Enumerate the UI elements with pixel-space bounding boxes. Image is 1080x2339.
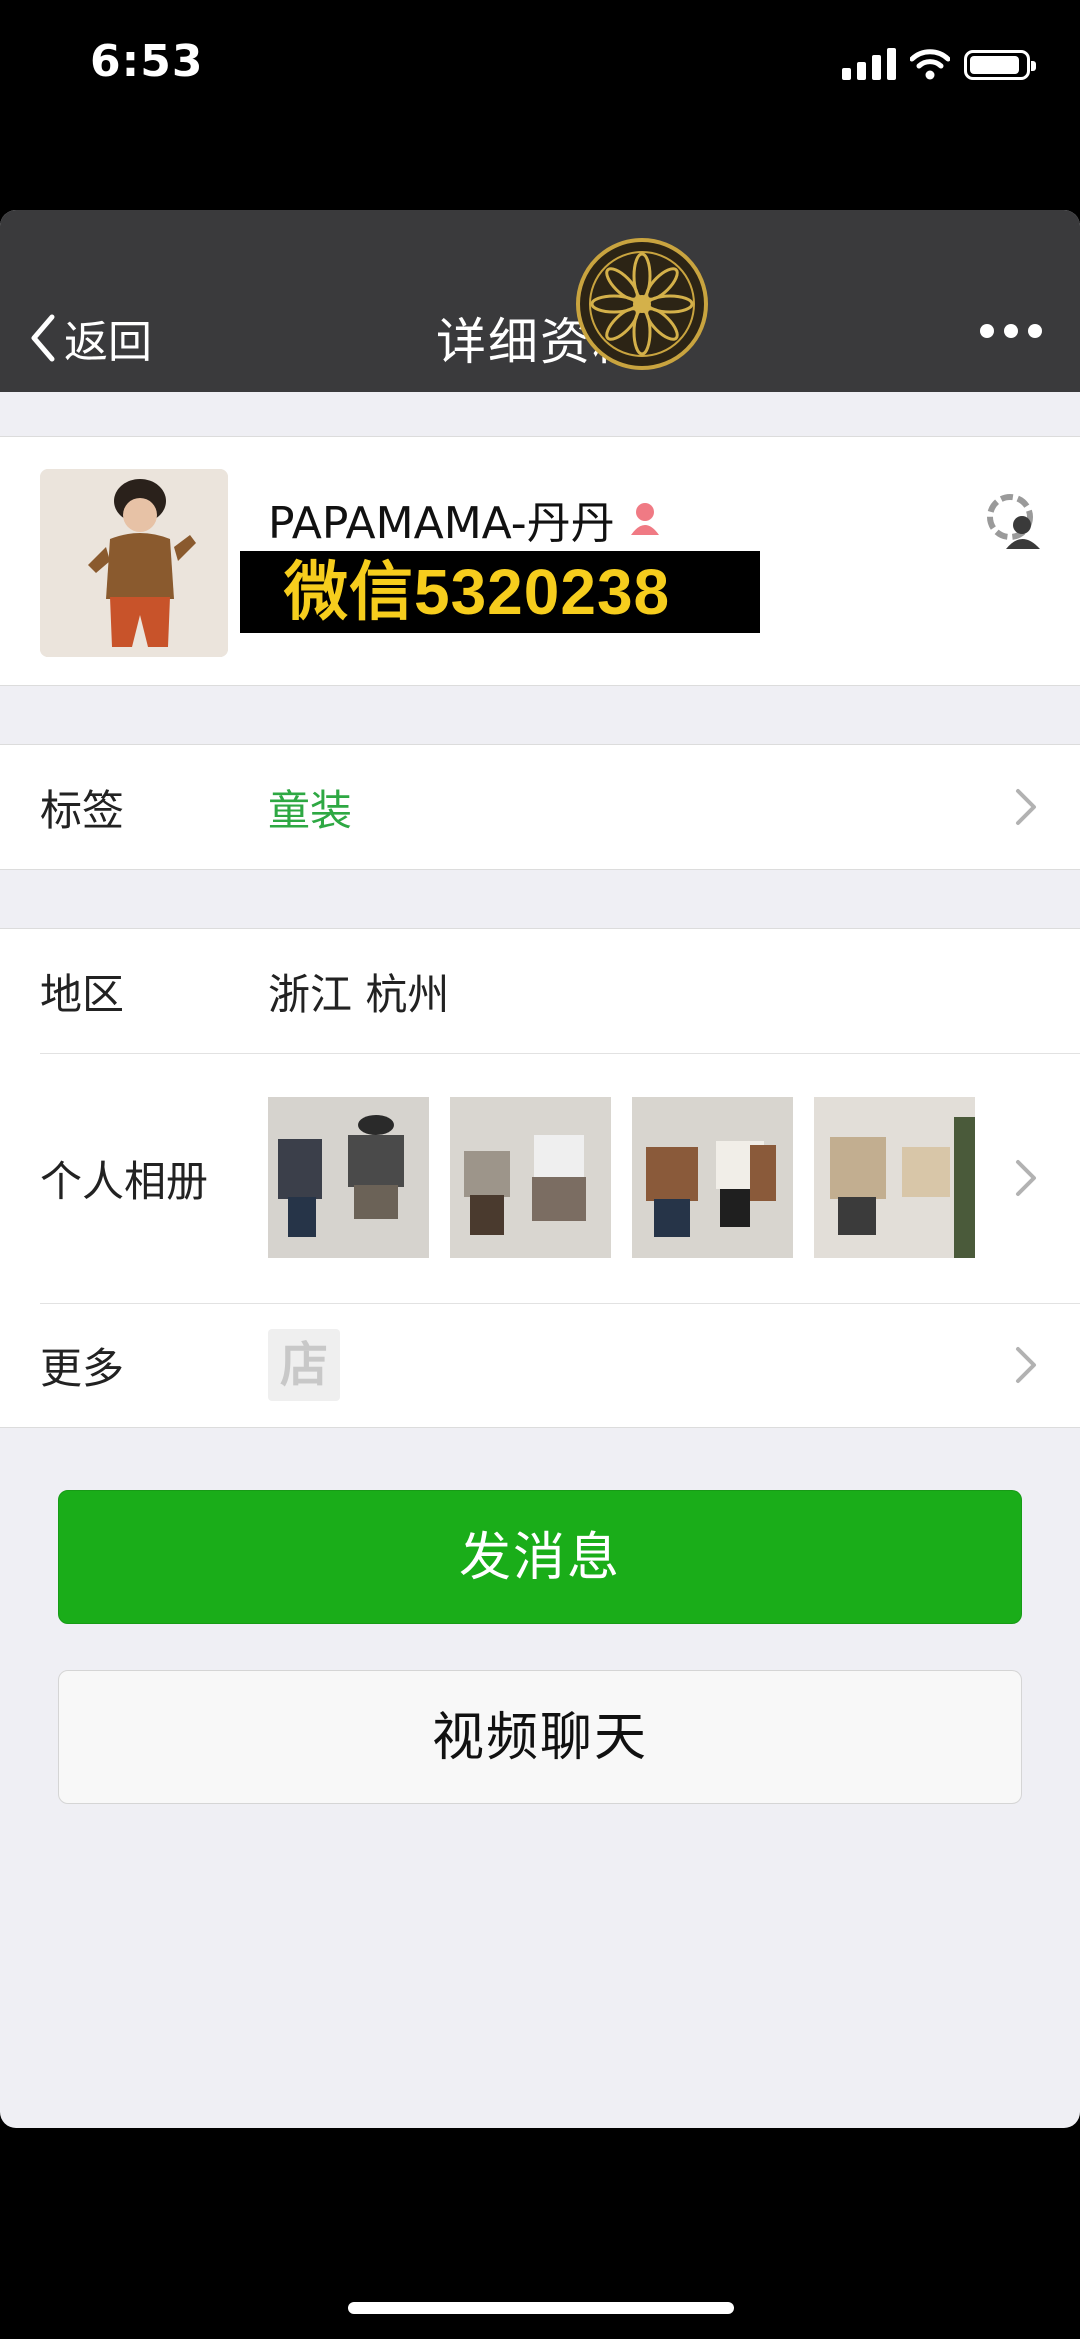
album-photo[interactable]	[268, 1097, 429, 1258]
status-time: 6:53	[90, 36, 204, 87]
region-row: 地区 浙江 杭州	[0, 929, 1080, 1053]
moments-icon[interactable]	[984, 491, 1044, 551]
page-title: 详细资料	[436, 313, 644, 371]
album-photo[interactable]	[632, 1097, 793, 1258]
more-dots-icon	[980, 324, 994, 338]
chevron-right-icon	[1016, 1160, 1036, 1196]
more-options-button[interactable]	[980, 324, 1042, 338]
watermark-logo	[576, 238, 708, 370]
album-photo[interactable]	[814, 1097, 975, 1258]
chevron-right-icon	[1016, 1347, 1036, 1383]
battery-icon	[964, 50, 1036, 80]
album-row[interactable]: 个人相册	[0, 1053, 1080, 1303]
avatar[interactable]	[40, 469, 228, 657]
region-label: 地区	[40, 969, 125, 1019]
contact-profile-screen: 返回 详细资料 PAPAMAMA-丹丹 微信5320238 标签 童装 地区 浙…	[0, 210, 1080, 2128]
info-section: 地区 浙江 杭州 个人相册 更多 店	[0, 928, 1080, 1428]
home-indicator[interactable]	[348, 2302, 734, 2314]
battery-level	[970, 56, 1019, 74]
wifi-icon	[910, 49, 950, 80]
video-call-button[interactable]: 视频聊天	[58, 1670, 1022, 1804]
profile-card: PAPAMAMA-丹丹 微信5320238	[0, 436, 1080, 686]
more-label: 更多	[40, 1343, 125, 1393]
status-bar: 6:53	[0, 0, 1080, 130]
nickname: PAPAMAMA-丹丹	[268, 498, 615, 549]
album-photo[interactable]	[450, 1097, 611, 1258]
more-row[interactable]: 更多 店	[0, 1303, 1080, 1427]
signal-icon	[842, 48, 896, 80]
tag-section: 标签 童装	[0, 744, 1080, 870]
female-icon	[630, 503, 659, 535]
tag-row[interactable]: 标签 童装	[0, 745, 1080, 869]
region-value: 浙江 杭州	[268, 969, 450, 1019]
tag-label: 标签	[40, 785, 125, 835]
send-message-button[interactable]: 发消息	[58, 1490, 1022, 1624]
chevron-right-icon	[1016, 789, 1036, 825]
album-thumbnails	[268, 1097, 975, 1258]
navigation-bar: 返回 详细资料	[0, 210, 1080, 392]
tag-value: 童装	[268, 785, 353, 835]
album-label: 个人相册	[40, 1156, 209, 1206]
wechat-id-banner: 微信5320238	[240, 551, 760, 633]
nickname-row: PAPAMAMA-丹丹	[268, 487, 665, 551]
shop-icon: 店	[268, 1329, 340, 1401]
status-icons	[842, 48, 1036, 80]
